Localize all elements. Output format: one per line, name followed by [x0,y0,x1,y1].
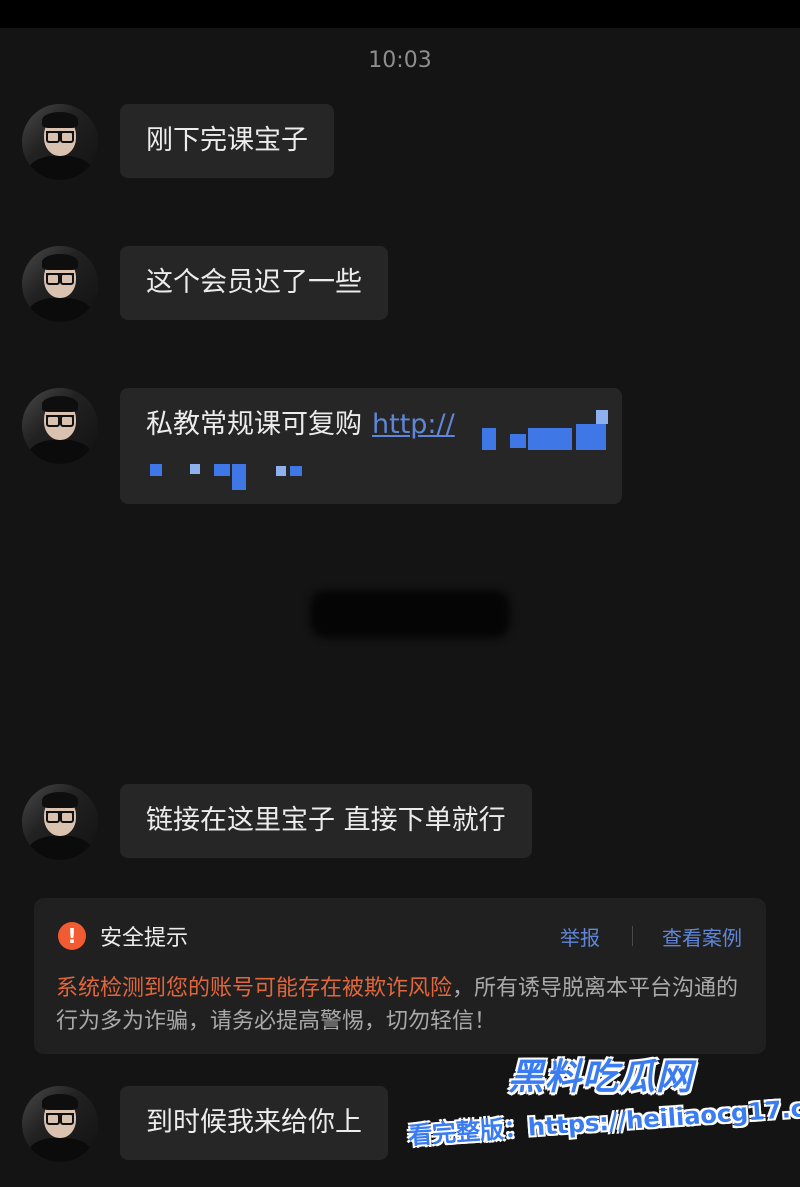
watermark-logo: 黑料吃瓜网 [508,1057,694,1098]
divider [632,926,633,946]
safety-title: 安全提示 [100,926,189,951]
avatar[interactable] [22,104,98,180]
avatar[interactable] [22,388,98,464]
watermark: 黑料吃瓜网 看完整版：https://heiliaocg17.com [407,1044,800,1174]
avatar[interactable] [22,246,98,322]
safety-body: 系统检测到您的账号可能存在被欺诈风险，所有诱导脱离本平台沟通的行为多为诈骗，请务… [56,972,746,1038]
chat-screen: 10:03 刚下完课宝子 这个会员迟了一些 私教常规课可复购 http:// 链… [0,0,800,1187]
safety-warning-text: 系统检测到您的账号可能存在被欺诈风险 [56,976,453,1001]
message-bubble[interactable]: 刚下完课宝子 [120,104,334,178]
safety-notice: ! 安全提示 举报 查看案例 系统检测到您的账号可能存在被欺诈风险，所有诱导脱离… [34,898,766,1054]
message-bubble[interactable]: 这个会员迟了一些 [120,246,388,320]
top-bar [0,0,800,28]
avatar[interactable] [22,1086,98,1162]
message-bubble[interactable]: 链接在这里宝子 直接下单就行 [120,784,532,858]
avatar[interactable] [22,784,98,860]
chat-timestamp: 10:03 [368,48,432,73]
redacted-system-message [310,590,510,638]
message-bubble[interactable]: 到时候我来给你上 [120,1086,388,1160]
view-cases-link[interactable]: 查看案例 [662,922,742,951]
message-link[interactable]: http:// [372,409,455,440]
message-text: 私教常规课可复购 [146,409,362,440]
warning-icon: ! [58,922,86,950]
report-link[interactable]: 举报 [560,922,600,951]
